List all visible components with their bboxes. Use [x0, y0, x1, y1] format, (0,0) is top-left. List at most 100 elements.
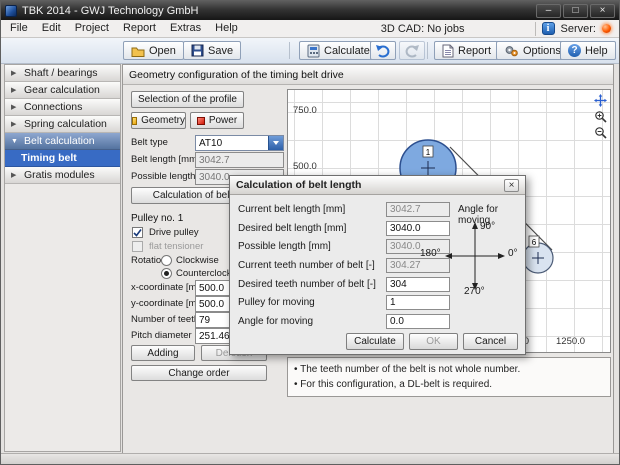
sidebar-empty-area: [5, 184, 120, 451]
menu-edit[interactable]: Edit: [35, 20, 68, 37]
desired-belt-length-input[interactable]: [386, 221, 450, 236]
menu-help[interactable]: Help: [208, 20, 245, 37]
help-button[interactable]: ? Help: [560, 41, 616, 60]
pulley-section-header: Pulley no. 1: [131, 213, 183, 224]
sidebar-item-gratis-modules[interactable]: ▶ Gratis modules: [5, 167, 120, 184]
belt-type-label: Belt type: [131, 137, 168, 148]
pulley-1-label: 1: [426, 148, 431, 157]
undo-icon: [375, 44, 391, 58]
menu-file[interactable]: File: [3, 20, 35, 37]
dialog-ok-button: OK: [409, 333, 458, 350]
redo-icon: [404, 44, 420, 58]
chevron-right-icon: ▶: [11, 171, 19, 179]
module-sidebar: ▶ Shaft / bearings ▶ Gear calculation ▶ …: [4, 64, 121, 452]
sidebar-item-spring-calculation[interactable]: ▶ Spring calculation: [5, 116, 120, 133]
title-bar[interactable]: TBK 2014 - GWJ Technology GmbH – □ ×: [1, 1, 619, 20]
dialog-cancel-button[interactable]: Cancel: [463, 333, 518, 350]
menu-bar: File Edit Project Report Extras Help 3D …: [1, 20, 619, 38]
x-axis-tick: 1250.0: [556, 336, 585, 347]
app-icon: [5, 5, 17, 17]
compass-0-label: 0°: [508, 248, 518, 259]
maximize-button[interactable]: □: [563, 4, 588, 18]
cad-status: 3D CAD: No jobs: [381, 23, 465, 35]
toolbar-separator-2: [427, 42, 428, 59]
clockwise-label: Clockwise: [176, 255, 219, 266]
sidebar-item-belt-calculation[interactable]: ▼ Belt calculation: [5, 133, 120, 150]
flat-tensioner-label: flat tensioner: [149, 241, 203, 252]
geometry-tab-button[interactable]: Geometry: [131, 112, 186, 129]
sidebar-item-connections[interactable]: ▶ Connections: [5, 99, 120, 116]
window-title: TBK 2014 - GWJ Technology GmbH: [22, 5, 198, 17]
counterclockwise-radio[interactable]: [161, 268, 172, 279]
chevron-right-icon: ▶: [11, 120, 19, 128]
sidebar-item-gear-calculation[interactable]: ▶ Gear calculation: [5, 82, 120, 99]
belt-type-dropdown-button[interactable]: [268, 136, 283, 150]
current-teeth-number-input: [386, 258, 450, 273]
belt-length-dialog: Calculation of belt length × Current bel…: [229, 175, 526, 355]
server-status-led: [602, 24, 611, 33]
profile-selection-button[interactable]: Selection of the profile: [131, 91, 244, 108]
adding-button[interactable]: Adding: [131, 345, 195, 361]
info-icon[interactable]: i: [542, 22, 555, 35]
zoom-out-icon[interactable]: [593, 125, 607, 139]
chevron-right-icon: ▶: [11, 69, 19, 77]
menu-extras[interactable]: Extras: [163, 20, 208, 37]
belt-type-select[interactable]: AT10: [195, 135, 284, 151]
angle-compass-icon: [444, 220, 506, 292]
compass-90-label: 90°: [480, 221, 495, 232]
dialog-title-bar[interactable]: Calculation of belt length ×: [230, 176, 525, 195]
window-controls: – □ ×: [536, 4, 615, 18]
pan-icon[interactable]: [593, 93, 607, 107]
minimize-button[interactable]: –: [536, 4, 561, 18]
calculation-notes: • The teeth number of the belt is not wh…: [287, 357, 611, 397]
pulley-6-label: 6: [532, 238, 537, 247]
angle-for-moving-label: Angle for moving: [238, 316, 313, 327]
desired-belt-length-label: Desired belt length [mm]: [238, 223, 346, 234]
possible-length-dialog-label: Possible length [mm]: [238, 241, 331, 252]
y-axis-tick: 750.0: [293, 105, 317, 116]
toolbar-separator: [289, 42, 290, 59]
gear-icon: [504, 44, 519, 58]
zoom-in-icon[interactable]: [593, 109, 607, 123]
dialog-close-button[interactable]: ×: [504, 179, 519, 192]
menu-report[interactable]: Report: [116, 20, 163, 37]
desired-teeth-number-label: Desired teeth number of belt [-]: [238, 279, 376, 290]
power-icon: [197, 117, 205, 125]
geometry-icon: [132, 117, 137, 125]
save-button[interactable]: Save: [183, 41, 241, 60]
power-tab-button[interactable]: Power: [190, 112, 244, 129]
redo-button: [399, 41, 425, 60]
calculator-icon: [307, 44, 320, 58]
current-belt-length-label: Current belt length [mm]: [238, 204, 345, 215]
sidebar-item-timing-belt[interactable]: Timing belt: [5, 150, 120, 167]
current-teeth-number-label: Current teeth number of belt [-]: [238, 260, 375, 271]
sidebar-item-shaft-bearings[interactable]: ▶ Shaft / bearings: [5, 65, 120, 82]
clockwise-radio[interactable]: [161, 255, 172, 266]
calculate-button[interactable]: Calculate: [299, 41, 378, 60]
options-button[interactable]: Options: [496, 41, 569, 60]
belt-length-input: [195, 152, 284, 168]
server-label: Server:: [561, 23, 596, 35]
open-button[interactable]: Open: [123, 41, 184, 60]
menu-project[interactable]: Project: [68, 20, 116, 37]
drive-pulley-checkbox[interactable]: [132, 227, 143, 238]
chevron-down-icon: ▼: [11, 138, 19, 145]
pulley-for-moving-input[interactable]: [386, 295, 450, 310]
chevron-down-icon: [273, 141, 279, 145]
report-button[interactable]: Report: [434, 41, 499, 60]
y-axis-tick: 500.0: [293, 161, 317, 172]
note-line: • For this configuration, a DL-belt is r…: [294, 377, 604, 392]
dialog-calculate-button[interactable]: Calculate: [346, 333, 404, 350]
angle-for-moving-input[interactable]: [386, 314, 450, 329]
belt-length-label: Belt length [mm]: [131, 154, 200, 165]
status-bar: [1, 453, 619, 464]
main-toolbar: Open Save Calculate Report Options ? Hel…: [1, 38, 619, 64]
compass-270-label: 270°: [464, 286, 485, 297]
help-icon: ?: [568, 44, 581, 57]
report-document-icon: [442, 44, 454, 58]
flat-tensioner-checkbox: [132, 241, 143, 252]
change-order-button[interactable]: Change order: [131, 365, 267, 381]
undo-button[interactable]: [370, 41, 396, 60]
desired-teeth-number-input[interactable]: [386, 277, 450, 292]
close-button[interactable]: ×: [590, 4, 615, 18]
